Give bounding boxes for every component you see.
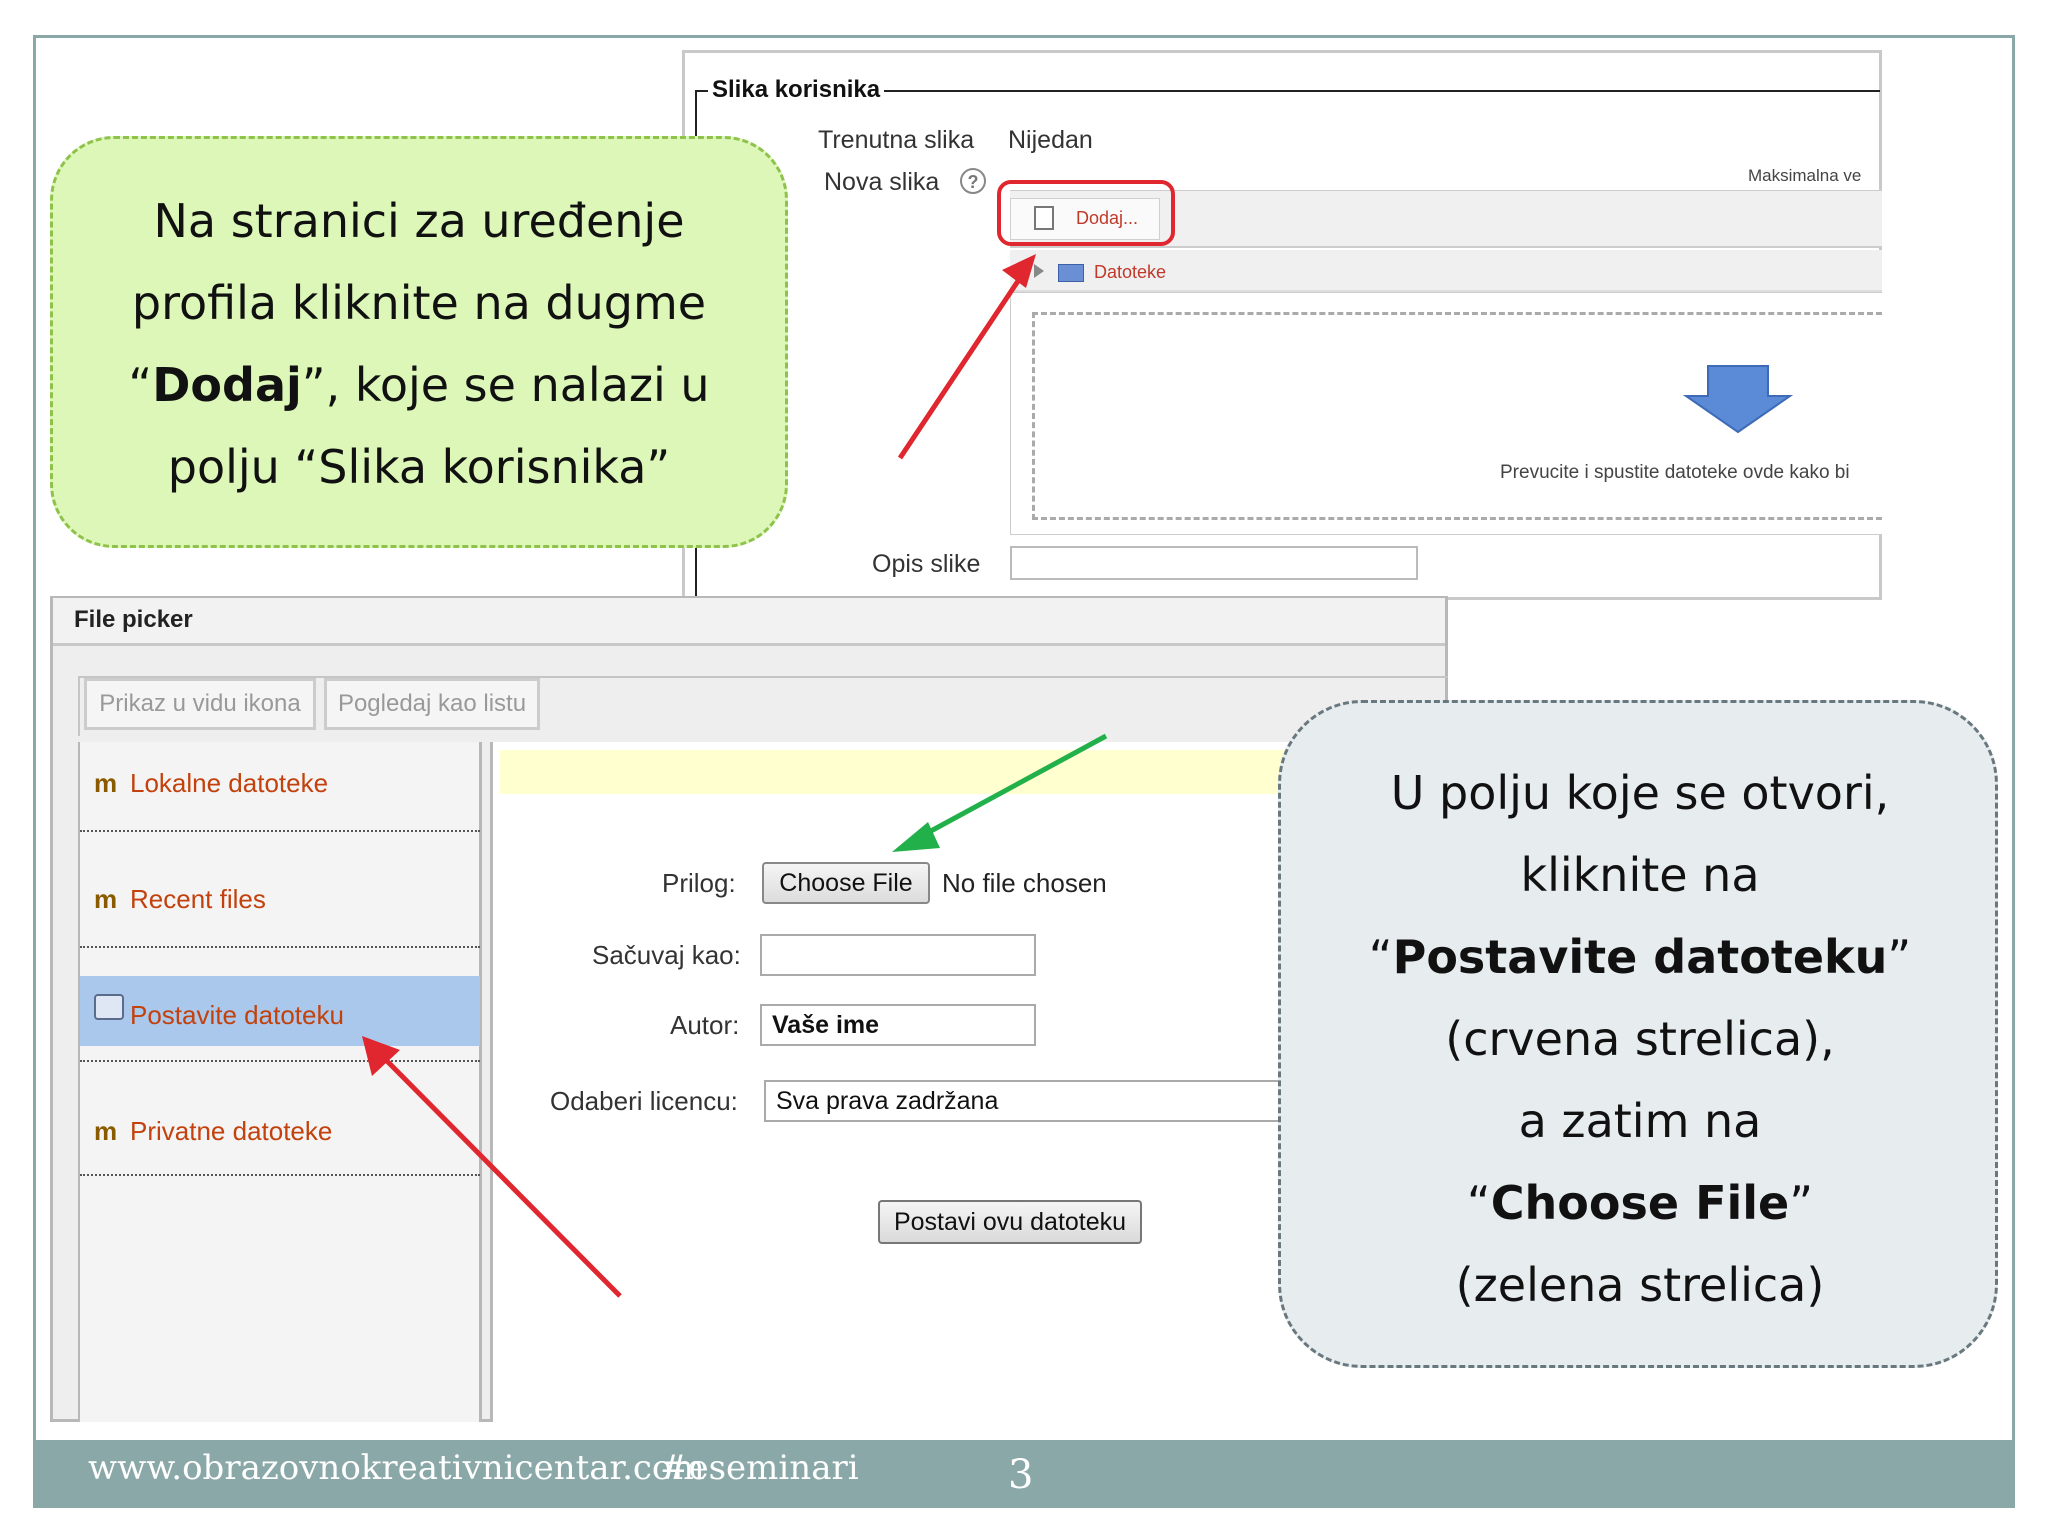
quote-open: “ xyxy=(1368,930,1393,984)
green-line-3: “Dodaj”, koje se nalazi u xyxy=(60,344,778,426)
no-file-text: No file chosen xyxy=(942,868,1107,898)
author-input[interactable]: Vaše ime xyxy=(760,1004,1036,1046)
moodle-icon: m xyxy=(94,884,118,914)
sidebar-item-label[interactable]: Privatne datoteke xyxy=(130,1116,332,1147)
expand-triangle-icon[interactable] xyxy=(1034,264,1044,278)
green-line-1: Na stranici za uređenje xyxy=(153,194,685,248)
folder-link[interactable]: Datoteke xyxy=(1094,262,1166,283)
moodle-icon: m xyxy=(94,1116,118,1146)
sidebar-item-label[interactable]: Lokalne datoteke xyxy=(130,768,328,799)
file-picker-title: File picker xyxy=(74,606,193,633)
dodaj-emphasis: Dodaj xyxy=(152,358,302,412)
grey-line-2: kliknite na xyxy=(1520,848,1760,902)
current-image-value: Nijedan xyxy=(1008,126,1093,154)
footer-hashtag: #eseminari xyxy=(660,1448,859,1488)
grey-line-5: a zatim na xyxy=(1518,1094,1762,1148)
new-image-label: Nova slika xyxy=(824,168,940,196)
fieldset-legend: Slika korisnika xyxy=(708,76,885,104)
upload-file-button[interactable]: Postavi ovu datoteku xyxy=(878,1200,1142,1244)
footer-url[interactable]: www.obrazovnokreativnicentar.com xyxy=(88,1448,705,1488)
description-label: Opis slike xyxy=(872,550,981,578)
moodle-icon: m xyxy=(94,768,118,798)
file-picker-header xyxy=(53,598,1445,646)
green-line-4: polju “Slika korisnika” xyxy=(167,440,671,494)
quote-open: “ xyxy=(1466,1176,1491,1230)
help-icon[interactable]: ? xyxy=(960,168,986,194)
upload-icon xyxy=(94,994,124,1020)
choose-file-button[interactable]: Choose File xyxy=(762,862,930,904)
green-line-3-rest: ”, koje se nalazi u xyxy=(301,358,710,412)
sidebar-item-label[interactable]: Recent files xyxy=(130,884,266,915)
choose-file-emphasis: Choose File xyxy=(1490,1176,1790,1230)
drop-zone[interactable] xyxy=(1032,312,1882,520)
max-size-text: Maksimalna ve xyxy=(1748,166,1862,185)
grey-line-6: “Choose File” xyxy=(1290,1162,1990,1244)
upload-emphasis: Postavite datoteku xyxy=(1392,930,1888,984)
folder-icon xyxy=(1058,264,1084,282)
attachment-label: Prilog: xyxy=(662,868,736,898)
grey-line-7: (zelena strelica) xyxy=(1455,1258,1825,1312)
divider xyxy=(80,1060,480,1062)
current-image-label: Trenutna slika xyxy=(818,126,975,154)
save-as-label: Sačuvaj kao: xyxy=(592,940,741,970)
grey-line-4: (crvena strelica), xyxy=(1445,1012,1835,1066)
save-as-input[interactable] xyxy=(760,934,1036,976)
quote-close: ” xyxy=(1789,1176,1814,1230)
green-line-2: profila kliknite na dugme xyxy=(131,276,707,330)
license-select[interactable]: Sva prava zadržana xyxy=(764,1080,1284,1122)
grey-line-3: “Postavite datoteku” xyxy=(1290,916,1990,998)
message-bar xyxy=(500,750,1300,794)
instruction-text-green: Na stranici za uređenje profila kliknite… xyxy=(60,180,778,508)
sidebar-item-label[interactable]: Postavite datoteku xyxy=(130,1000,344,1031)
grey-line-1: U polju koje se otvori, xyxy=(1390,766,1890,820)
license-label: Odaberi licencu: xyxy=(550,1086,738,1116)
quote-open: “ xyxy=(128,358,153,412)
instruction-text-grey: U polju koje se otvori, kliknite na “Pos… xyxy=(1290,752,1990,1326)
quote-close: ” xyxy=(1887,930,1912,984)
highlight-box xyxy=(997,180,1175,246)
page-number: 3 xyxy=(1008,1452,1034,1498)
description-input[interactable] xyxy=(1010,546,1418,580)
drop-hint: Prevucite i spustite datoteke ovde kako … xyxy=(1500,462,1850,483)
author-label: Autor: xyxy=(670,1010,740,1040)
